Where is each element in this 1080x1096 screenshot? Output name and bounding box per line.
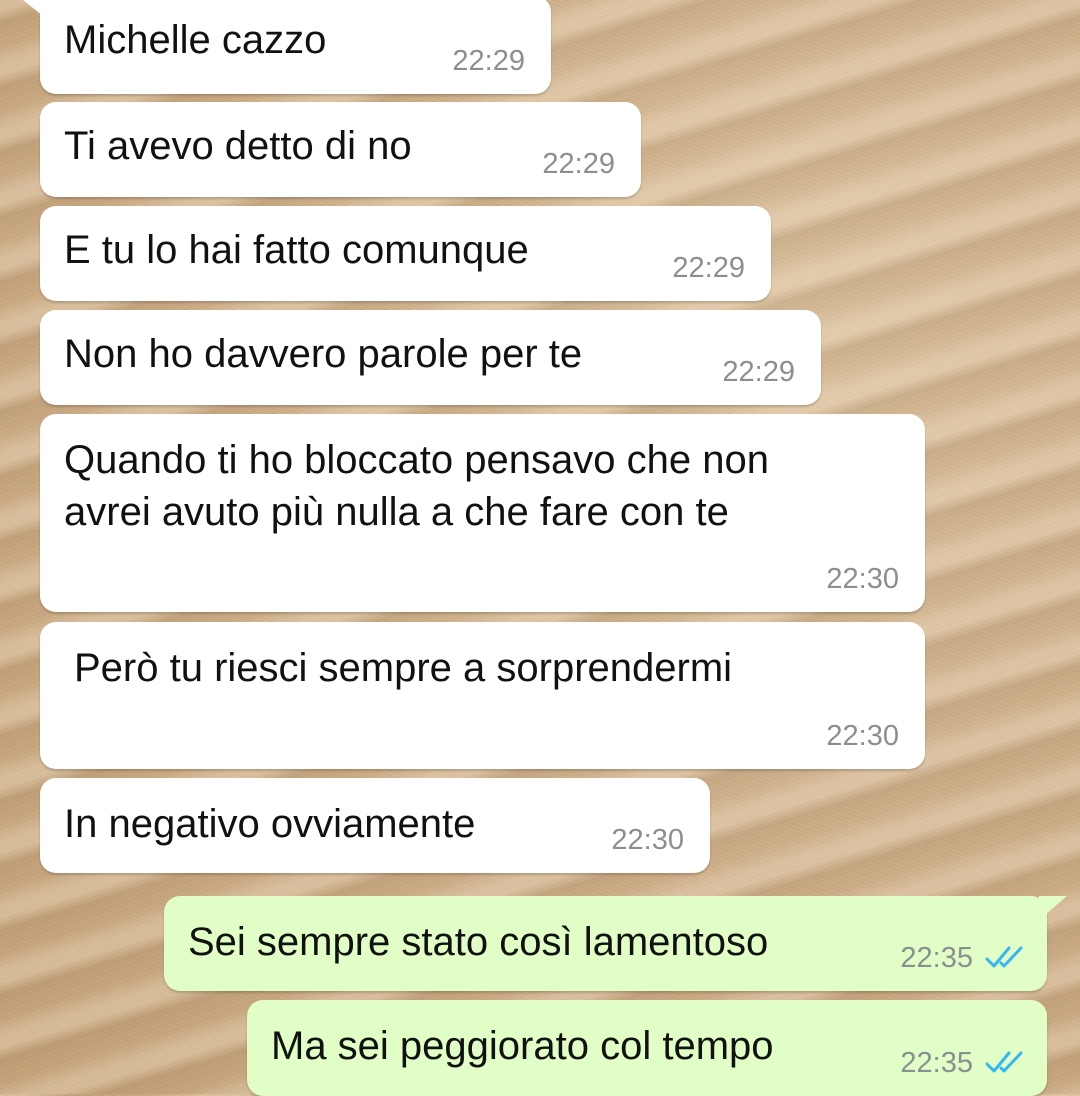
message-bubble-incoming[interactable]: Non ho davvero parole per te 22:29 [40, 310, 821, 405]
message-bubble-outgoing[interactable]: Ma sei peggiorato col tempo 22:35 [247, 1000, 1047, 1096]
message-timestamp: 22:35 [900, 942, 973, 974]
double-check-icon [985, 946, 1023, 968]
message-bubble-incoming[interactable]: Però tu riesci sempre a sorprendermi 22:… [40, 622, 925, 769]
double-check-icon [985, 1051, 1023, 1073]
message-bubble-outgoing[interactable]: Sei sempre stato così lamentoso 22:35 [164, 896, 1067, 991]
message-text: Sei sempre stato così lamentoso [188, 920, 769, 964]
message-text-line-1: Quando ti ho bloccato pensavo che non [64, 438, 769, 482]
message-text-line-2: avrei avuto più nulla a che fare con te [64, 490, 729, 534]
message-text: Ti avevo detto di no [64, 124, 412, 168]
message-timestamp: 22:29 [672, 252, 745, 284]
message-text: In negativo ovviamente [64, 802, 476, 846]
message-timestamp: 22:29 [722, 356, 795, 388]
message-bubble-incoming[interactable]: Ti avevo detto di no 22:29 [40, 102, 641, 197]
message-text: Non ho davvero parole per te [64, 332, 583, 376]
message-timestamp: 22:30 [611, 824, 684, 856]
message-timestamp: 22:29 [452, 45, 525, 77]
message-bubble-incoming[interactable]: In negativo ovviamente 22:30 [40, 778, 710, 873]
message-timestamp: 22:30 [826, 563, 899, 595]
message-text: Ma sei peggiorato col tempo [271, 1024, 774, 1068]
message-text: Michelle cazzo [64, 18, 327, 62]
message-text: E tu lo hai fatto comunque [64, 228, 529, 272]
message-bubble-incoming[interactable]: Michelle cazzo 22:29 [18, 0, 551, 94]
message-bubble-incoming[interactable]: E tu lo hai fatto comunque 22:29 [40, 206, 771, 301]
message-text: Però tu riesci sempre a sorprendermi [74, 646, 733, 690]
bubble-tail [1039, 896, 1067, 920]
message-timestamp: 22:30 [826, 720, 899, 752]
message-timestamp: 22:29 [542, 148, 615, 180]
message-timestamp: 22:35 [900, 1047, 973, 1079]
message-bubble-incoming[interactable]: Quando ti ho bloccato pensavo che non av… [40, 414, 925, 612]
bubble-tail [18, 0, 48, 20]
